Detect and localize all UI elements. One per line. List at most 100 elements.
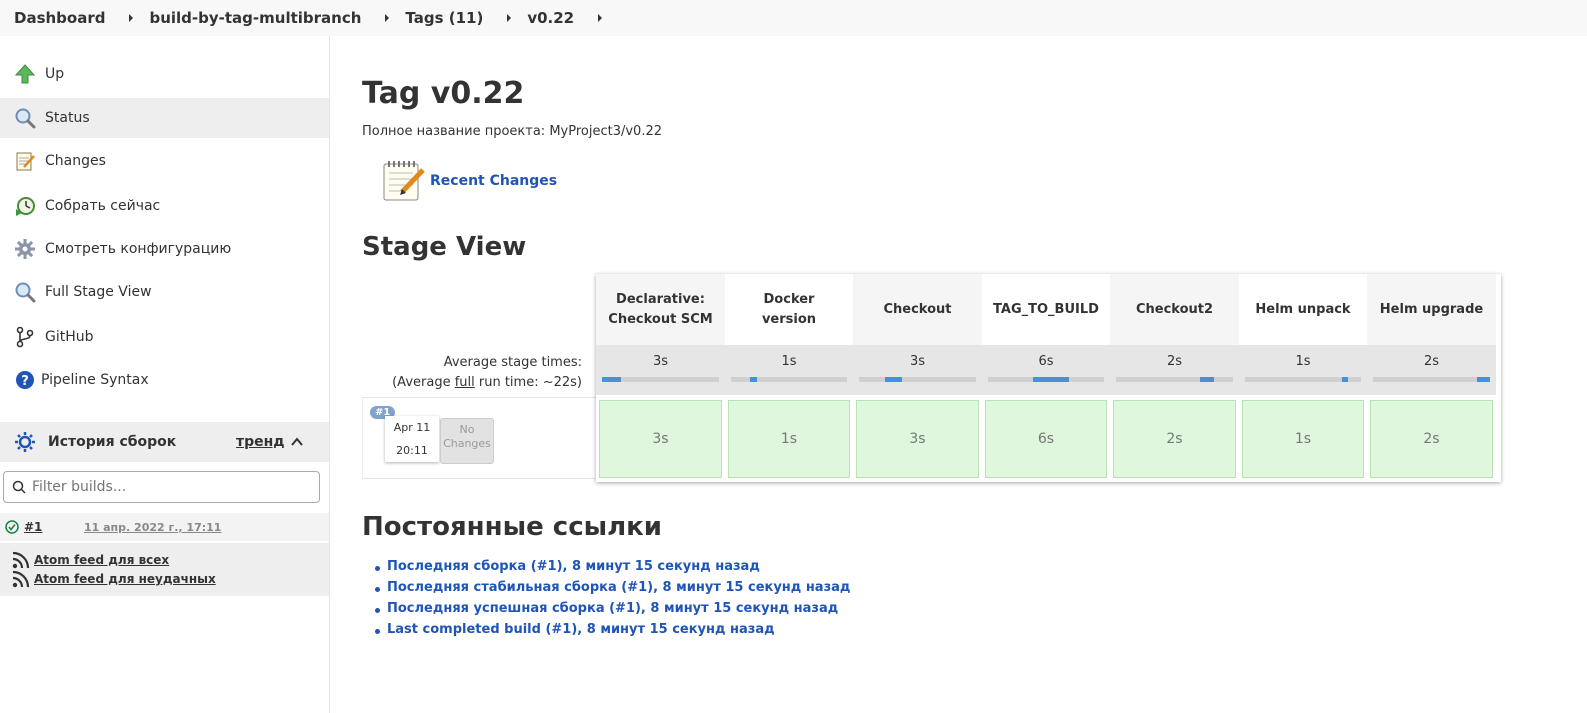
sidebar-item-label: Смотреть конфигурацию	[45, 241, 232, 257]
stage-cell-success[interactable]: 1s	[1242, 400, 1364, 478]
sidebar-item-github[interactable]: GitHub	[0, 317, 329, 357]
list-item: Последняя стабильная сборка (#1), 8 мину…	[374, 579, 850, 600]
stage-cell-success[interactable]: 1s	[728, 400, 850, 478]
stage-average: 6s	[982, 345, 1110, 395]
stage-duration-fill	[749, 377, 757, 382]
stage-cell-success[interactable]: 2s	[1370, 400, 1493, 478]
permalink-last-stable[interactable]: Последняя стабильная сборка (#1), 8 мину…	[387, 580, 850, 595]
breadcrumb-caret-icon[interactable]	[129, 14, 134, 22]
stage-duration-bar	[1373, 377, 1490, 382]
recent-changes-link[interactable]: Recent Changes	[430, 173, 557, 189]
sidebar: Up Status Changes Собрать сейчас Смотрет…	[0, 36, 330, 713]
sidebar-item-changes[interactable]: Changes	[0, 141, 329, 181]
trend-link[interactable]: тренд	[236, 434, 285, 450]
sidebar-item-label: Pipeline Syntax	[41, 372, 149, 388]
stage-cell-success[interactable]: 3s	[856, 400, 979, 478]
atom-feed-all-label: Atom feed для всех	[34, 553, 170, 567]
stage-duration-bar	[1116, 377, 1233, 382]
up-arrow-icon	[14, 63, 36, 85]
sidebar-item-configure[interactable]: Смотреть конфигурацию	[0, 229, 329, 269]
stage-duration-bar	[988, 377, 1104, 382]
breadcrumb-caret-icon[interactable]	[598, 14, 603, 22]
stage-header: Docker version	[761, 292, 817, 327]
sidebar-item-status[interactable]: Status	[0, 98, 329, 138]
sidebar-item-pipeline-syntax[interactable]: ? Pipeline Syntax	[0, 360, 329, 400]
permalink-last-successful[interactable]: Последняя успешная сборка (#1), 8 минут …	[387, 601, 838, 616]
sidebar-item-build-now[interactable]: Собрать сейчас	[0, 186, 329, 226]
build-date-link[interactable]: 11 апр. 2022 г., 17:11	[84, 521, 221, 534]
filter-builds-input[interactable]	[32, 479, 312, 495]
gear-icon	[14, 238, 36, 260]
help-icon: ?	[14, 369, 36, 391]
sidebar-item-label: Changes	[45, 153, 106, 169]
atom-feeds: Atom feed для всех Atom feed для неудачн…	[0, 543, 329, 596]
permalink-last-build[interactable]: Последняя сборка (#1), 8 минут 15 секунд…	[387, 559, 760, 574]
breadcrumb-dashboard[interactable]: Dashboard	[14, 9, 105, 27]
stage-average: 2s	[1110, 345, 1239, 395]
list-item: Последняя сборка (#1), 8 минут 15 секунд…	[374, 558, 850, 579]
stage-cell-success[interactable]: 2s	[1113, 400, 1236, 478]
stage-average-time: 3s	[909, 354, 926, 369]
stage-average-time: 1s	[781, 354, 797, 369]
stage-header: Declarative: Checkout SCM	[596, 274, 725, 345]
breadcrumb-caret-icon[interactable]	[385, 14, 390, 22]
stage-duration-fill	[884, 377, 903, 382]
stage-header: Checkout	[853, 274, 982, 345]
chevron-up-icon[interactable]	[290, 435, 304, 453]
magnifier-icon	[14, 107, 36, 129]
build-history-header: История сборок тренд	[0, 422, 329, 462]
stage-average: 3s	[853, 345, 982, 395]
atom-feed-all[interactable]: Atom feed для всех	[12, 551, 169, 569]
build-history-title: История сборок	[48, 434, 177, 450]
search-icon	[12, 480, 26, 494]
atom-feed-failed[interactable]: Atom feed для неудачных	[12, 570, 216, 588]
breadcrumb-project[interactable]: build-by-tag-multibranch	[149, 9, 361, 27]
stage-duration-bar	[602, 377, 719, 382]
atom-feed-failed-label: Atom feed для неудачных	[34, 572, 216, 586]
build-run-row: #1 Apr 11 20:11 No Changes	[362, 397, 598, 479]
stage-duration-bar	[1245, 377, 1361, 382]
success-check-icon	[5, 520, 19, 534]
build-history-row[interactable]: #1 11 апр. 2022 г., 17:11	[0, 513, 329, 541]
sidebar-item-label: GitHub	[45, 329, 94, 345]
stage-duration-fill	[1033, 377, 1070, 382]
sidebar-item-up[interactable]: Up	[0, 54, 329, 94]
stage-average-time: 2s	[1166, 354, 1183, 369]
sidebar-item-full-stage-view[interactable]: Full Stage View	[0, 272, 329, 312]
recent-changes[interactable]: Recent Changes	[380, 158, 557, 204]
build-history-icon	[14, 431, 36, 453]
page-title: Tag v0.22	[362, 76, 525, 111]
stage-cell-success[interactable]: 3s	[599, 400, 722, 478]
stage-duration-fill	[1342, 377, 1349, 382]
run-changes[interactable]: No Changes	[440, 418, 494, 464]
run-date: Apr 11 20:11	[385, 416, 439, 462]
stage-average: 2s	[1367, 345, 1496, 395]
build-number-link[interactable]: #1	[24, 520, 42, 534]
filter-builds-field[interactable]	[3, 471, 320, 503]
stage-view-grid: Declarative: Checkout SCM 3s 3s Docker versio…	[596, 274, 1501, 482]
rss-icon	[12, 551, 30, 569]
stage-header: Helm upgrade	[1367, 274, 1496, 345]
stage-average: 1s	[725, 345, 853, 395]
stage-average: 1s	[1239, 345, 1367, 395]
stage-average-time: 6s	[1038, 354, 1054, 369]
permalink-last-completed[interactable]: Last completed build (#1), 8 минут 15 се…	[387, 622, 775, 637]
stage-cell-success[interactable]: 6s	[985, 400, 1107, 478]
rss-icon	[12, 570, 30, 588]
breadcrumb-tags[interactable]: Tags (11)	[405, 9, 483, 27]
project-full-name: Полное название проекта: MyProject3/v0.2…	[362, 124, 662, 139]
average-stage-times: Average stage times: (Average full run t…	[362, 353, 582, 393]
breadcrumb-caret-icon[interactable]	[507, 14, 512, 22]
notepad-icon	[380, 158, 426, 204]
notepad-icon	[14, 150, 36, 172]
list-item: Последняя успешная сборка (#1), 8 минут …	[374, 600, 850, 621]
sidebar-item-label: Status	[45, 110, 90, 126]
stage-view-title: Stage View	[362, 232, 527, 262]
avg-full-run-time: (Average full run time: ~22s)	[392, 375, 582, 391]
stage-duration-fill	[1200, 377, 1215, 382]
stage-duration-fill	[602, 377, 621, 382]
breadcrumb-tag[interactable]: v0.22	[527, 9, 574, 27]
permalinks-title: Постоянные ссылки	[362, 512, 663, 542]
permalinks-list: Последняя сборка (#1), 8 минут 15 секунд…	[374, 558, 850, 642]
breadcrumb: Dashboard build-by-tag-multibranch Tags …	[0, 0, 1587, 36]
